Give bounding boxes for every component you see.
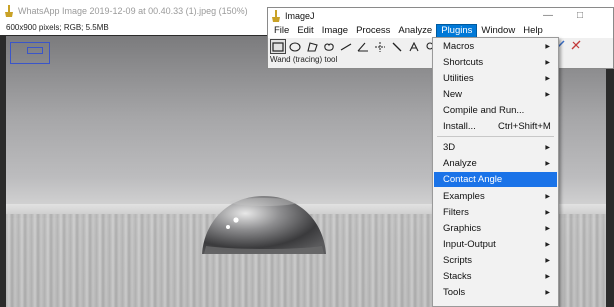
menu-item-new[interactable]: New ▶ <box>434 87 557 102</box>
menu-edit[interactable]: Edit <box>293 24 317 38</box>
submenu-arrow-icon: ▶ <box>545 145 550 151</box>
zoom-navigator-viewport[interactable] <box>27 47 43 54</box>
submenu-arrow-icon: ▶ <box>545 161 550 167</box>
menu-image[interactable]: Image <box>318 24 352 38</box>
point-tool-icon[interactable] <box>372 39 388 54</box>
imagej-toolbar <box>270 39 439 54</box>
polygon-tool-icon[interactable] <box>304 39 320 54</box>
menu-item-shortcuts[interactable]: Shortcuts ▶ <box>434 55 557 70</box>
menu-item-examples[interactable]: Examples ▶ <box>434 189 557 204</box>
menu-item-utilities[interactable]: Utilities ▶ <box>434 71 557 86</box>
menu-item-3d[interactable]: 3D ▶ <box>434 140 557 155</box>
imagej-title: ImageJ <box>285 11 315 21</box>
rectangle-tool-icon[interactable] <box>270 39 286 54</box>
maximize-icon[interactable]: □ <box>566 10 594 21</box>
imagej-icon <box>271 10 281 22</box>
menu-item-tools[interactable]: Tools ▶ <box>434 285 557 300</box>
menu-item-install[interactable]: Install... Ctrl+Shift+M <box>434 119 557 134</box>
install-shortcut: Ctrl+Shift+M <box>498 121 551 132</box>
imagej-status-text: Wand (tracing) tool <box>270 55 338 64</box>
menu-item-filters[interactable]: Filters ▶ <box>434 205 557 220</box>
submenu-arrow-icon: ▶ <box>545 76 550 82</box>
plugins-dropdown-menu: Macros ▶ Shortcuts ▶ Utilities ▶ New ▶ Compi… <box>432 37 559 307</box>
submenu-arrow-icon: ▶ <box>545 92 550 98</box>
zoom-navigator[interactable] <box>10 42 50 64</box>
text-tool-icon[interactable] <box>406 39 422 54</box>
angle-tool-icon[interactable] <box>355 39 371 54</box>
imagej-menu-bar: File Edit Image Process Analyze Plugins … <box>268 24 613 38</box>
menu-item-graphics[interactable]: Graphics ▶ <box>434 221 557 236</box>
submenu-arrow-icon: ▶ <box>545 210 550 216</box>
menu-plugins[interactable]: Plugins <box>436 24 478 38</box>
menu-item-scripts[interactable]: Scripts ▶ <box>434 253 557 268</box>
menu-file[interactable]: File <box>270 24 293 38</box>
more-tools-icon[interactable] <box>570 39 582 53</box>
menu-item-contact-angle[interactable]: Contact Angle <box>434 172 557 187</box>
water-droplet <box>202 196 326 254</box>
imagej-icon <box>4 5 14 17</box>
menu-item-input-output[interactable]: Input-Output ▶ <box>434 237 557 252</box>
menu-item-macros[interactable]: Macros ▶ <box>434 39 557 54</box>
imagej-title-bar[interactable]: ImageJ — □ <box>268 8 613 24</box>
submenu-arrow-icon: ▶ <box>545 194 550 200</box>
submenu-arrow-icon: ▶ <box>545 242 550 248</box>
menu-separator <box>437 136 554 137</box>
line-tool-icon[interactable] <box>338 39 354 54</box>
submenu-arrow-icon: ▶ <box>545 290 550 296</box>
menu-help[interactable]: Help <box>519 24 547 38</box>
menu-item-stacks[interactable]: Stacks ▶ <box>434 269 557 284</box>
minimize-icon[interactable]: — <box>534 10 562 21</box>
menu-window[interactable]: Window <box>477 24 519 38</box>
freehand-tool-icon[interactable] <box>321 39 337 54</box>
submenu-arrow-icon: ▶ <box>545 274 550 280</box>
menu-item-compile-and-run[interactable]: Compile and Run... <box>434 103 557 118</box>
menu-analyze[interactable]: Analyze <box>394 24 436 38</box>
oval-tool-icon[interactable] <box>287 39 303 54</box>
menu-process[interactable]: Process <box>352 24 394 38</box>
menu-item-analyze[interactable]: Analyze ▶ <box>434 156 557 171</box>
submenu-arrow-icon: ▶ <box>545 226 550 232</box>
viewer-title: WhatsApp Image 2019-12-09 at 00.40.33 (1… <box>18 6 248 16</box>
submenu-arrow-icon: ▶ <box>545 60 550 66</box>
submenu-arrow-icon: ▶ <box>545 258 550 264</box>
submenu-arrow-icon: ▶ <box>545 44 550 50</box>
wand-tool-icon[interactable] <box>389 39 405 54</box>
